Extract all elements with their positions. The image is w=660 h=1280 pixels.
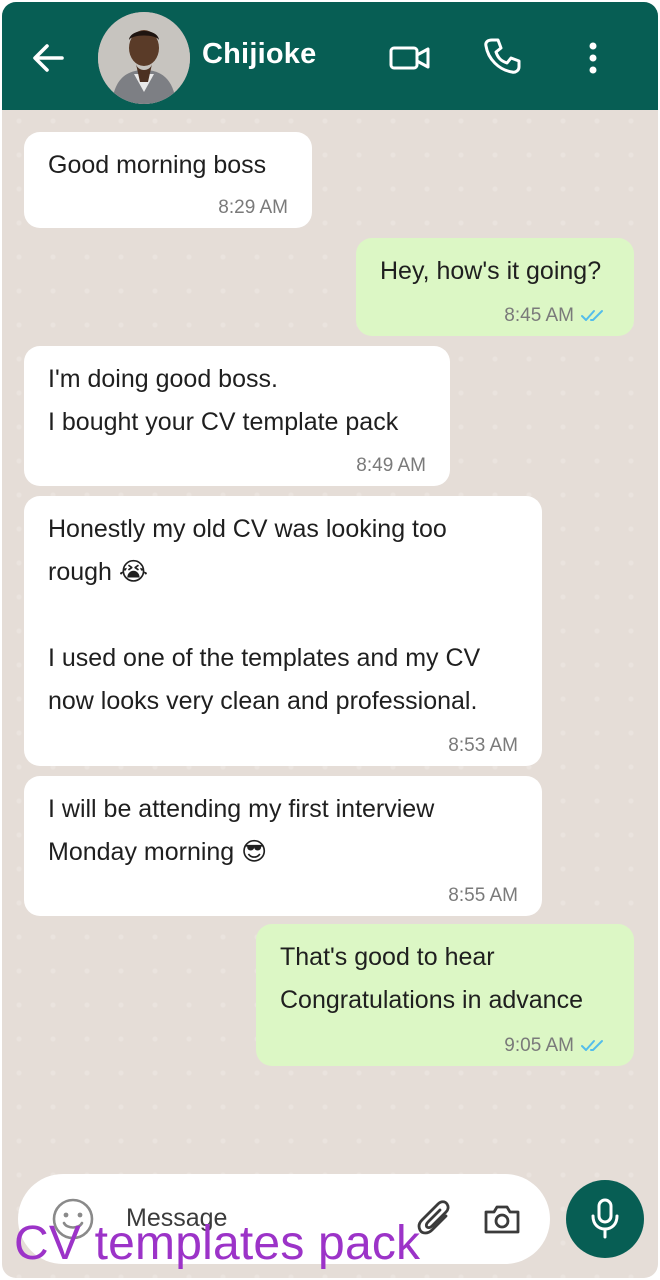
message-time: 8:29 AM [218,197,288,218]
chat-header: Chijioke [2,2,658,110]
message-bubble-outgoing[interactable]: Hey, how's it going? 8:45 AM [356,238,634,336]
video-call-icon[interactable] [388,40,432,76]
message-text: Good morning boss [48,151,267,179]
message-text: I used one of the templates and my CV [48,644,481,672]
mic-icon [591,1198,619,1239]
message-meta: 9:05 AM [504,1034,608,1058]
more-options-icon[interactable] [578,38,608,78]
message-time: 9:05 AM [504,1035,574,1056]
read-ticks-icon [581,1039,603,1051]
message-bubble-incoming[interactable]: I'm doing good boss. I bought your CV te… [24,346,450,486]
voice-record-button[interactable] [566,1180,644,1258]
message-text: That's good to hear [280,943,495,971]
message-bubble-outgoing[interactable]: That's good to hear Congratulations in a… [256,924,634,1066]
message-bubble-incoming[interactable]: Honestly my old CV was looking too rough… [24,496,542,766]
message-text: I'm doing good boss. [48,365,278,393]
message-time: 8:55 AM [448,885,518,906]
phone-call-icon[interactable] [482,36,522,76]
contact-avatar[interactable] [98,12,190,104]
message-text: I bought your CV template pack [48,408,399,436]
message-text: Congratulations in advance [280,986,583,1014]
message-bubble-incoming[interactable]: Good morning boss 8:29 AM [24,132,312,228]
message-bubble-incoming[interactable]: I will be attending my first interview M… [24,776,542,916]
camera-icon[interactable] [482,1200,522,1238]
message-text: now looks very clean and professional. [48,687,478,715]
contact-name[interactable]: Chijioke [202,38,316,71]
message-time: 8:45 AM [504,305,574,326]
read-ticks-icon [581,309,603,321]
attach-icon[interactable] [416,1198,456,1242]
watermark-caption: CV templates pack [14,1217,421,1270]
avatar-photo [98,12,190,104]
message-text: I will be attending my first interview [48,795,435,823]
back-arrow-icon[interactable] [28,38,68,78]
message-time: 8:53 AM [448,735,518,756]
message-text: Honestly my old CV was looking too [48,515,447,543]
message-time: 8:49 AM [356,455,426,476]
message-text: Monday morning 😎 [48,838,268,866]
chat-screen: Chijioke Good morning boss 8:29 AM Hey, … [2,2,658,1278]
message-meta: 8:45 AM [504,304,608,328]
message-text: Hey, how's it going? [380,257,602,285]
message-text: rough 😭 [48,558,149,586]
